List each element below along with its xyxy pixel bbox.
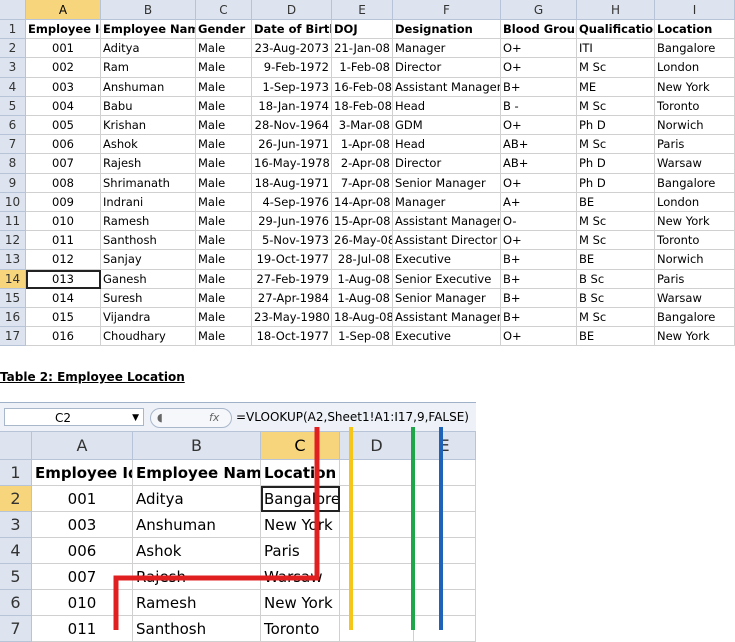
lookup-annotation-lines xyxy=(113,427,443,630)
red-lookup-path xyxy=(113,427,320,630)
